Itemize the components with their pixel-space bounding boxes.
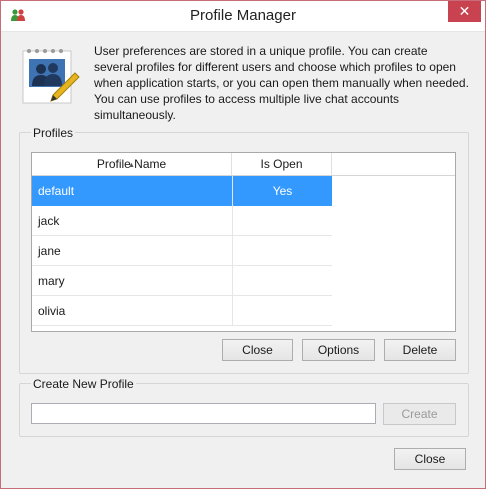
profile-name-cell: olivia [38,304,66,318]
profiles-group-label: Profiles [31,126,76,140]
is-open-cell [232,266,332,296]
profile-name-cell: jack [38,214,60,228]
create-button[interactable]: Create [383,403,456,425]
profile-manager-window: Profile Manager ✕ User preferences are s… [0,0,486,489]
profiles-table: ▲ Profile Name Is Open default Yes jack … [31,152,456,332]
is-open-cell [232,206,332,236]
table-row[interactable]: mary [32,266,332,296]
is-open-cell [232,236,332,266]
window-title: Profile Manager [190,7,296,24]
info-description: User preferences are stored in a unique … [94,44,469,122]
table-row[interactable]: default Yes [32,176,332,206]
close-profile-button[interactable]: Close [222,339,293,361]
table-header: ▲ Profile Name Is Open [32,153,455,176]
is-open-cell [232,296,332,326]
table-row[interactable]: jane [32,236,332,266]
sort-ascending-icon: ▲ [128,162,135,169]
table-row[interactable]: jack [32,206,332,236]
options-button[interactable]: Options [302,339,375,361]
is-open-cell: Yes [232,176,332,206]
table-row[interactable]: olivia [32,296,332,326]
profile-name-cell: default [38,184,75,198]
users-edit-icon [22,49,80,104]
create-profile-group-label: Create New Profile [31,377,136,391]
delete-button[interactable]: Delete [384,339,456,361]
column-header-is-open[interactable]: Is Open [232,153,332,175]
new-profile-name-input[interactable] [31,403,376,424]
profile-name-cell: mary [38,274,65,288]
profile-name-cell: jane [38,244,61,258]
window-close-icon[interactable]: ✕ [448,1,481,22]
title-bar: Profile Manager ✕ [1,1,485,32]
column-header-profile-name[interactable]: ▲ Profile Name [32,153,232,175]
dialog-close-button[interactable]: Close [394,448,466,470]
